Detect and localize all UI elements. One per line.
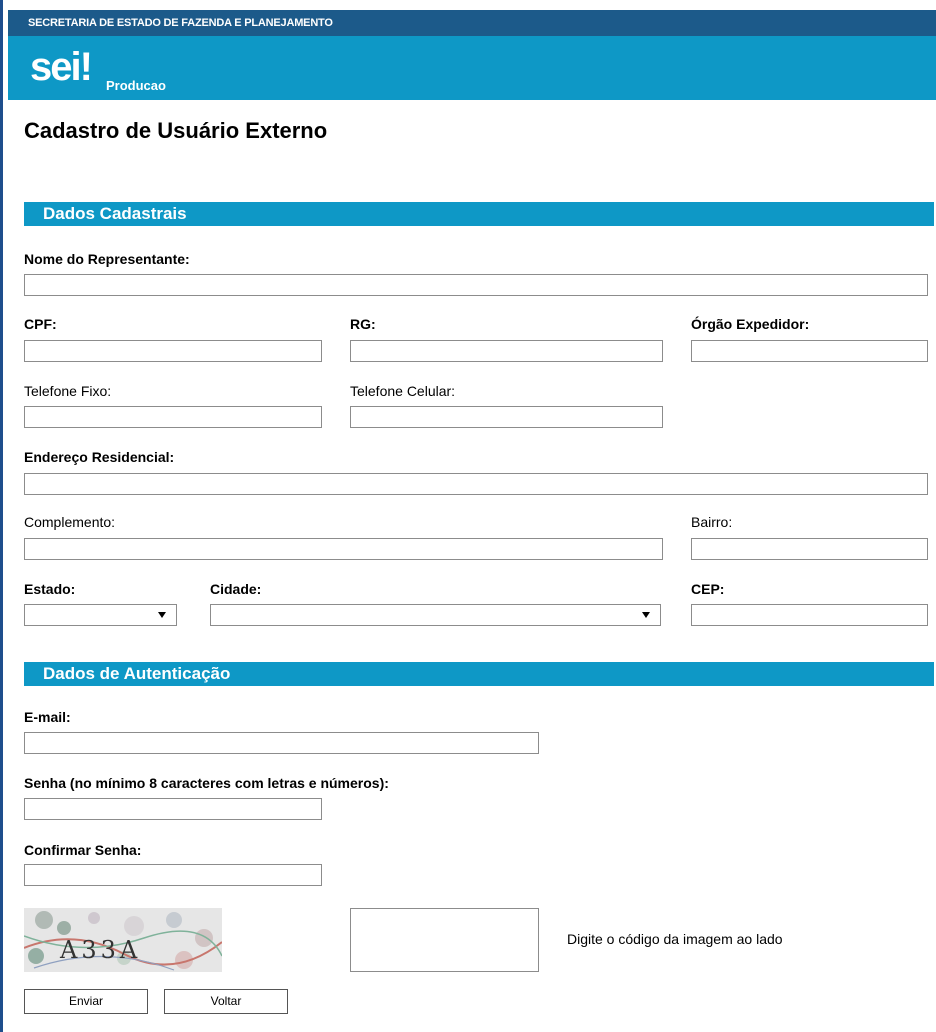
nome-representante-label: Nome do Representante: bbox=[24, 251, 190, 267]
telefone-fixo-input[interactable] bbox=[24, 406, 322, 428]
nome-representante-input[interactable] bbox=[24, 274, 928, 296]
captcha-hint: Digite o código da imagem ao lado bbox=[567, 931, 783, 947]
captcha-input[interactable] bbox=[350, 908, 539, 972]
cidade-select[interactable] bbox=[210, 604, 661, 626]
org-banner: SECRETARIA DE ESTADO DE FAZENDA E PLANEJ… bbox=[8, 10, 936, 36]
chevron-down-icon bbox=[642, 612, 650, 618]
logo-text: sei bbox=[30, 45, 82, 89]
section-title: Dados de Autenticação bbox=[43, 664, 231, 683]
orgao-expedidor-label: Órgão Expedidor: bbox=[691, 316, 810, 332]
cep-input[interactable] bbox=[691, 604, 928, 626]
endereco-residencial-input[interactable] bbox=[24, 473, 928, 495]
complemento-label: Complemento: bbox=[24, 514, 116, 530]
rg-input[interactable] bbox=[350, 340, 663, 362]
brand-bar: sei! Producao bbox=[8, 36, 936, 100]
email-input[interactable] bbox=[24, 732, 539, 754]
bairro-input[interactable] bbox=[691, 538, 928, 560]
page-title: Cadastro de Usuário Externo bbox=[24, 118, 328, 143]
cidade-label: Cidade: bbox=[210, 581, 262, 597]
section-title: Dados Cadastrais bbox=[43, 204, 187, 223]
telefone-celular-input[interactable] bbox=[350, 406, 663, 428]
endereco-residencial-label: Endereço Residencial: bbox=[24, 449, 175, 465]
confirmar-senha-label: Confirmar Senha: bbox=[24, 842, 142, 858]
captcha-code: A33A bbox=[60, 936, 142, 964]
orgao-expedidor-input[interactable] bbox=[691, 340, 928, 362]
section-dados-cadastrais: Dados Cadastrais bbox=[24, 202, 934, 226]
enviar-button[interactable]: Enviar bbox=[24, 989, 148, 1014]
captcha-image: A33A bbox=[24, 908, 222, 972]
confirmar-senha-input[interactable] bbox=[24, 864, 322, 886]
bairro-label: Bairro: bbox=[691, 514, 733, 530]
rg-label: RG: bbox=[350, 316, 376, 332]
complemento-input[interactable] bbox=[24, 538, 663, 560]
estado-label: Estado: bbox=[24, 581, 76, 597]
voltar-button[interactable]: Voltar bbox=[164, 989, 288, 1014]
email-label: E-mail: bbox=[24, 709, 71, 725]
sei-logo[interactable]: sei! bbox=[30, 44, 93, 90]
org-name: SECRETARIA DE ESTADO DE FAZENDA E PLANEJ… bbox=[28, 17, 333, 29]
telefone-fixo-label: Telefone Fixo: bbox=[24, 383, 112, 399]
logo-mark: ! bbox=[79, 45, 93, 89]
senha-input[interactable] bbox=[24, 798, 322, 820]
telefone-celular-label: Telefone Celular: bbox=[350, 383, 456, 399]
cpf-input[interactable] bbox=[24, 340, 322, 362]
chevron-down-icon bbox=[158, 612, 166, 618]
cep-label: CEP: bbox=[691, 581, 725, 597]
senha-label: Senha (no mínimo 8 caracteres com letras… bbox=[24, 775, 389, 791]
environment-label: Producao bbox=[106, 78, 166, 93]
page-left-border bbox=[0, 0, 8, 1032]
cpf-label: CPF: bbox=[24, 316, 57, 332]
estado-select[interactable] bbox=[24, 604, 177, 626]
section-dados-autenticacao: Dados de Autenticação bbox=[24, 662, 934, 686]
